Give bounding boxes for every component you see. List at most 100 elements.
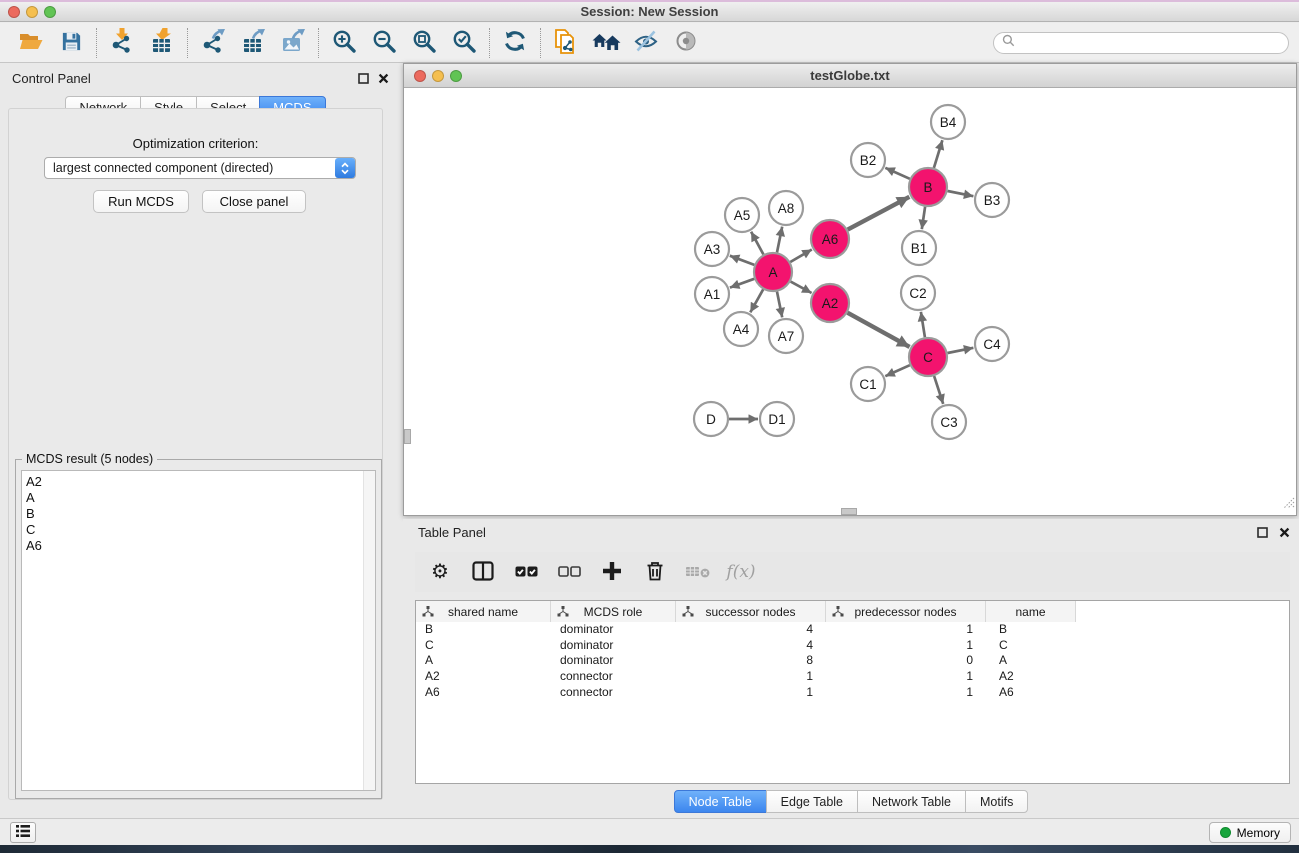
table-cell[interactable]: 1: [826, 685, 986, 701]
open-session-button[interactable]: [15, 27, 47, 59]
v-scrollbar-thumb[interactable]: [404, 429, 411, 444]
graph-edge-A-A3[interactable]: [730, 256, 755, 265]
close-panel-button[interactable]: Close panel: [202, 190, 306, 213]
table-cell[interactable]: B: [986, 622, 1076, 638]
zoom-out-button[interactable]: [368, 27, 400, 59]
table-cell[interactable]: 8: [676, 653, 826, 669]
table-cell[interactable]: 1: [826, 669, 986, 685]
table-cell[interactable]: 1: [826, 622, 986, 638]
zoom-in-button[interactable]: [328, 27, 360, 59]
graph-edge-A-A1[interactable]: [730, 279, 754, 288]
graph-edge-A6-B[interactable]: [848, 197, 910, 230]
table-row[interactable]: A2connector11A2: [416, 669, 1289, 685]
graph-edge-A-A4[interactable]: [750, 289, 763, 312]
columns-button[interactable]: [468, 557, 498, 587]
search-box[interactable]: [993, 32, 1289, 54]
tab-edge-table[interactable]: Edge Table: [766, 790, 858, 813]
graph-node-D[interactable]: D: [694, 402, 728, 436]
graph-node-C3[interactable]: C3: [932, 405, 966, 439]
graph-node-A[interactable]: A: [754, 253, 792, 291]
table-cell[interactable]: dominator: [551, 653, 676, 669]
graph-edge-C-C1[interactable]: [885, 365, 910, 376]
minimize-window-button[interactable]: [26, 6, 38, 18]
search-input[interactable]: [1020, 36, 1280, 50]
criterion-select[interactable]: largest connected component (directed): [44, 157, 356, 179]
table-cell[interactable]: A: [416, 653, 551, 669]
graph-edge-A-A7[interactable]: [777, 292, 782, 318]
deselect-all-button[interactable]: [554, 557, 584, 587]
graph-node-B[interactable]: B: [909, 168, 947, 206]
close-window-button[interactable]: [8, 6, 20, 18]
network-minimize-button[interactable]: [432, 70, 444, 82]
network-canvas[interactable]: B4 B2 B B3 A8 A5 A6 A3 B1 A A1 C2 A2 A4 …: [404, 89, 1296, 515]
graph-edge-C-C2[interactable]: [921, 312, 925, 337]
table-cell[interactable]: A6: [986, 685, 1076, 701]
mcds-list-scrollbar[interactable]: [363, 471, 375, 790]
import-network-button[interactable]: [106, 27, 138, 59]
table-cell[interactable]: A6: [416, 685, 551, 701]
add-column-button[interactable]: [597, 557, 627, 587]
graph-node-B1[interactable]: B1: [902, 231, 936, 265]
table-row[interactable]: Adominator80A: [416, 653, 1289, 669]
table-cell[interactable]: A2: [986, 669, 1076, 685]
graph-node-B3[interactable]: B3: [975, 183, 1009, 217]
tab-node-table[interactable]: Node Table: [674, 790, 767, 813]
h-scrollbar-thumb[interactable]: [841, 508, 857, 515]
select-all-button[interactable]: [511, 557, 541, 587]
graph-node-A4[interactable]: A4: [724, 312, 758, 346]
refresh-layout-button[interactable]: [499, 27, 531, 59]
table-cell[interactable]: connector: [551, 669, 676, 685]
graph-node-B2[interactable]: B2: [851, 143, 885, 177]
task-history-button[interactable]: [10, 822, 36, 843]
table-cell[interactable]: connector: [551, 685, 676, 701]
network-zoom-button[interactable]: [450, 70, 462, 82]
mcds-result-item[interactable]: B: [22, 506, 375, 522]
import-table-button[interactable]: [146, 27, 178, 59]
graph-edge-C-C3[interactable]: [934, 376, 943, 404]
save-session-button[interactable]: [55, 27, 87, 59]
graph-node-A8[interactable]: A8: [769, 191, 803, 225]
table-cell[interactable]: 0: [826, 653, 986, 669]
table-row[interactable]: A6connector11A6: [416, 685, 1289, 701]
graph-edge-A2-C[interactable]: [848, 313, 910, 347]
graph-node-C2[interactable]: C2: [901, 276, 935, 310]
graph-node-A3[interactable]: A3: [695, 232, 729, 266]
table-cell[interactable]: B: [416, 622, 551, 638]
graph-node-C[interactable]: C: [909, 338, 947, 376]
export-table-button[interactable]: [237, 27, 269, 59]
zoom-fit-button[interactable]: [408, 27, 440, 59]
graph-edge-B-B1[interactable]: [922, 207, 925, 229]
column-header-predecessor-nodes[interactable]: predecessor nodes: [826, 601, 986, 622]
graph-node-D1[interactable]: D1: [760, 402, 794, 436]
table-panel-float-icon[interactable]: [1255, 525, 1269, 539]
graph-edge-A-A2[interactable]: [791, 282, 812, 293]
table-cell[interactable]: C: [986, 638, 1076, 654]
graph-edge-A-A5[interactable]: [751, 232, 763, 255]
table-cell[interactable]: C: [416, 638, 551, 654]
table-cell[interactable]: 1: [826, 638, 986, 654]
hide-graphics-details-button[interactable]: [630, 27, 662, 59]
column-header-name[interactable]: name: [986, 601, 1076, 622]
graph-edge-B-B2[interactable]: [885, 168, 910, 179]
birdseye-view-button[interactable]: [670, 27, 702, 59]
graph-node-A6[interactable]: A6: [811, 220, 849, 258]
table-cell[interactable]: 4: [676, 638, 826, 654]
table-row[interactable]: Bdominator41B: [416, 622, 1289, 638]
graph-edge-B-B4[interactable]: [934, 140, 943, 168]
graph-edge-C-C4[interactable]: [948, 348, 974, 353]
run-mcds-button[interactable]: Run MCDS: [93, 190, 189, 213]
column-header-successor-nodes[interactable]: successor nodes: [676, 601, 826, 622]
delete-column-button[interactable]: [640, 557, 670, 587]
zoom-selected-button[interactable]: [448, 27, 480, 59]
mcds-result-item[interactable]: A2: [22, 474, 375, 490]
export-network-button[interactable]: [197, 27, 229, 59]
table-cell[interactable]: A: [986, 653, 1076, 669]
column-header-MCDS-role[interactable]: MCDS role: [551, 601, 676, 622]
table-cell[interactable]: 1: [676, 685, 826, 701]
mcds-result-list[interactable]: A2ABCA6: [21, 470, 376, 791]
network-close-button[interactable]: [414, 70, 426, 82]
graph-edge-A-A8[interactable]: [777, 227, 782, 253]
gear-button[interactable]: ⚙: [425, 557, 455, 587]
network-document-button[interactable]: [550, 27, 582, 59]
graph-node-B4[interactable]: B4: [931, 105, 965, 139]
